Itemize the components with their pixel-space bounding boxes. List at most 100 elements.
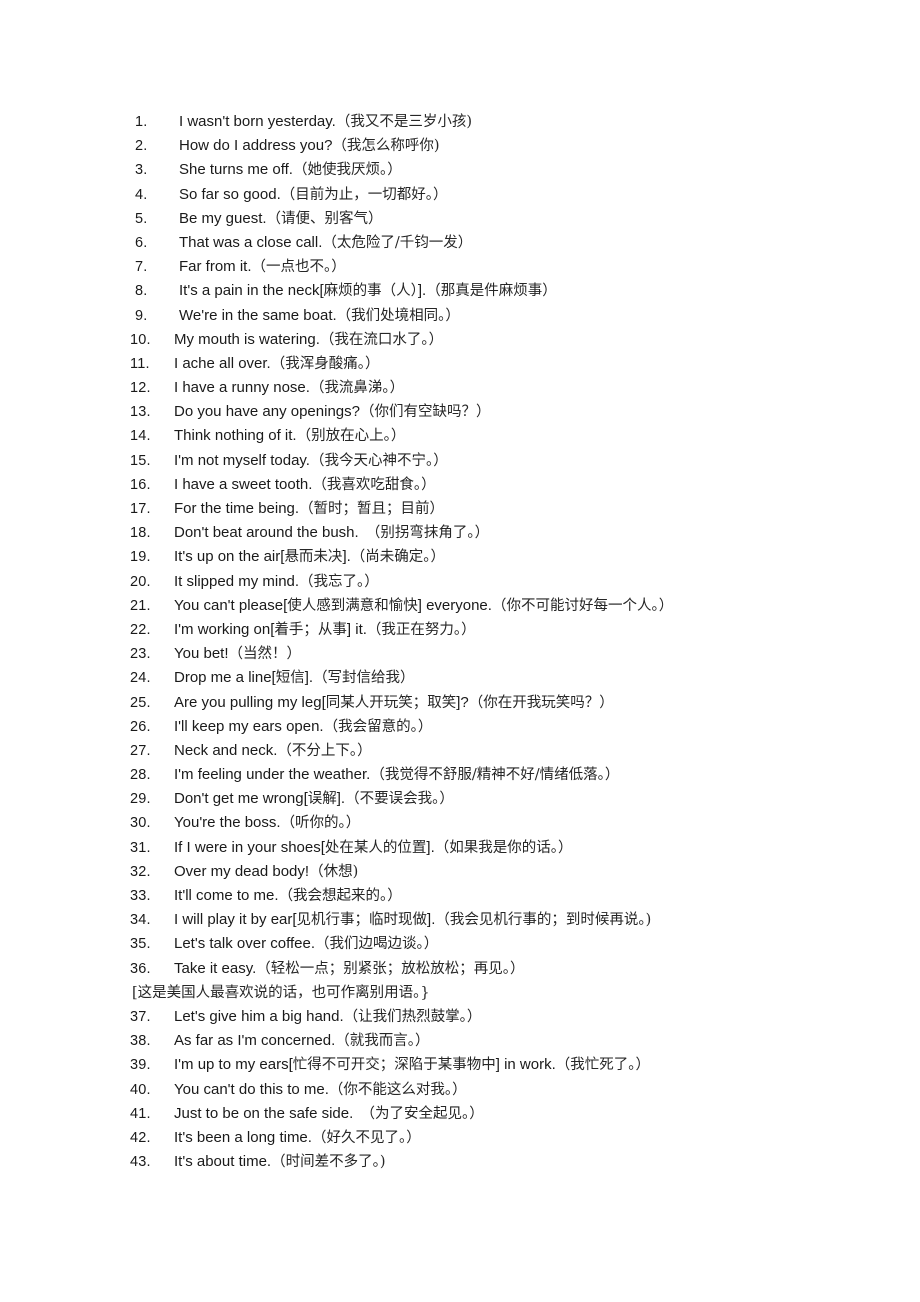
document-page: 1. I wasn't born yesterday.（我又不是三岁小孩) 2. Ho… (0, 0, 920, 1302)
list-item-content: She turns me off.（她使我厌烦。） (179, 158, 402, 182)
list-item-content: It's been a long time.（好久不见了。） (174, 1126, 421, 1150)
list-item-content: It's a pain in the neck[麻烦的事（人）].（那真是件麻烦… (179, 279, 557, 303)
phrase-chinese: （让我们热烈鼓掌。） (343, 1008, 482, 1025)
phrase-chinese: （你不可能讨好每一个人。） (491, 597, 674, 614)
phrase-chinese: （我忙死了。） (555, 1057, 650, 1074)
list-item: 13. Do you have any openings?（你们有空缺吗？） (130, 400, 910, 424)
phrase-english: Neck and neck. (174, 741, 278, 759)
phrase-chinese: （不要误会我。） (345, 791, 454, 808)
list-item-content: How do I address you?（我怎么称呼你) (179, 134, 440, 158)
list-item: 36. Take it easy.（轻松一点；别紧张；放松放松；再见。） (130, 957, 910, 981)
list-item-content: Be my guest.（请便、别客气） (179, 207, 383, 231)
list-item-content: I'm working on[着手；从事] it.（我正在努力。） (174, 618, 476, 642)
list-item: 1. I wasn't born yesterday.（我又不是三岁小孩) (130, 110, 910, 134)
phrase-chinese: （轻松一点；别紧张；放松放松；再见。） (256, 960, 525, 977)
phrase-chinese: （就我而言。） (335, 1033, 430, 1050)
list-item: 11. I ache all over.（我浑身酸痛。） (130, 352, 910, 376)
phrase-english: ] it. (346, 620, 367, 638)
list-item-content: Think nothing of it.（别放在心上。） (174, 424, 405, 448)
list-item-number: 32. (130, 863, 151, 880)
list-item: 29. Don't get me wrong[误解].（不要误会我。） (130, 787, 910, 811)
phrase-english: It's about time. (174, 1153, 272, 1171)
list-item: 17. For the time being.（暂时；暂且；目前） (130, 497, 910, 521)
list-item: 5. Be my guest.（请便、别客气） (130, 207, 910, 231)
list-item: 25. Are you pulling my leg[同某人开玩笑；取笑]?（你在… (130, 691, 910, 715)
list-item: 38. As far as I'm concerned.（就我而言。） (130, 1029, 910, 1053)
annotation-line: [这是美国人最喜欢说的话，也可作离别用语。} (130, 981, 910, 1005)
phrase-chinese: （我流鼻涕。） (309, 380, 405, 397)
list-item-number: 27. (130, 742, 151, 759)
list-item-number: 1. (135, 114, 148, 130)
phrase-chinese: （好久不见了。） (311, 1129, 421, 1146)
phrase-chinese: （我会见机行事的；到时候再说。) (435, 912, 652, 929)
list-item: 7. Far from it.（一点也不。） (130, 255, 910, 279)
list-item-content: You're the boss.（听你的。） (174, 811, 360, 835)
list-item-number: 39. (130, 1057, 151, 1074)
phrase-chinese: （我正在努力。） (366, 621, 476, 638)
phrase-english: Are you pulling my leg[ (174, 693, 326, 711)
phrase-english: Let's give him a big hand. (174, 1007, 344, 1025)
phrase-chinese: （一点也不。） (251, 259, 346, 276)
phrase-english: She turns me off. (179, 161, 293, 179)
list-item: 24. Drop me a line[短信].（写封信给我） (130, 666, 910, 690)
list-item: 3. She turns me off.（她使我厌烦。） (130, 158, 910, 182)
list-item-content: You can't do this to me.（你不能这么对我。） (174, 1078, 467, 1102)
list-item-number: 5. (135, 210, 148, 227)
list-item-content: So far so good.（目前为止，一切都好。） (179, 183, 447, 207)
list-item-content: Just to be on the safe side. （为了安全起见。） (174, 1102, 484, 1126)
phrase-chinese: 忙得不可开交；深陷于某事物中 (292, 1057, 496, 1074)
phrase-chinese: （听你的。） (280, 815, 361, 832)
phrase-english: It's up on the air[ (174, 548, 285, 566)
list-item-content: Neck and neck.（不分上下。） (174, 739, 372, 763)
phrase-chinese: （我们边喝边谈。） (315, 936, 439, 953)
list-item-number: 23. (130, 646, 151, 663)
phrase-chinese: 悬而未决 (284, 549, 343, 566)
list-item-content: Drop me a line[短信].（写封信给我） (174, 666, 415, 690)
phrase-english: Don't get me wrong[ (174, 790, 308, 808)
list-item-number: 19. (130, 549, 151, 566)
phrase-english: Over my dead body! (174, 862, 310, 880)
phrase-chinese: （我会留意的。） (323, 718, 433, 735)
phrase-english: ]. (426, 838, 435, 856)
phrase-english: Be my guest. (179, 209, 267, 227)
list-item-content: I wasn't born yesterday.（我又不是三岁小孩) (179, 110, 472, 134)
list-item-content: I ache all over.（我浑身酸痛。） (174, 352, 379, 376)
list-item: 37. Let's give him a big hand.（让我们热烈鼓掌。） (130, 1005, 910, 1029)
list-item-number: 4. (135, 186, 148, 203)
phrase-english: If I were in your shoes[ (174, 838, 325, 856)
list-item-number: 43. (130, 1154, 151, 1171)
phrase-english: I ache all over. (174, 354, 271, 372)
list-item: 35. Let's talk over coffee.（我们边喝边谈。） (130, 932, 910, 956)
phrase-english: I have a sweet tooth. (174, 475, 313, 493)
phrase-chinese: （我怎么称呼你) (332, 138, 440, 155)
list-item-number: 42. (130, 1129, 151, 1146)
list-item: 27. Neck and neck.（不分上下。） (130, 739, 910, 763)
list-item: 39. I'm up to my ears[忙得不可开交；深陷于某事物中] in … (130, 1053, 910, 1077)
list-item-content: I will play it by ear[见机行事；临时现做].（我会见机行事… (174, 908, 651, 932)
list-item-number: 17. (130, 501, 151, 517)
list-item-content: That was a close call.（太危险了/千钧一发） (179, 231, 472, 255)
list-item: 2. How do I address you?（我怎么称呼你) (130, 134, 910, 158)
phrase-english: You can't do this to me. (174, 1080, 329, 1098)
list-item-number: 8. (135, 283, 148, 300)
phrase-english: I'm working on[ (174, 620, 275, 638)
phrase-chinese: （你在开我玩笑吗？） (468, 694, 614, 711)
list-item: 32. Over my dead body!（休想) (130, 860, 910, 884)
phrase-chinese: 麻烦的事（人） (323, 283, 418, 300)
phrase-english: Let's talk over coffee. (174, 935, 315, 953)
list-item-number: 15. (130, 452, 151, 469)
list-item: 15. I'm not myself today.（我今天心神不宁。） (130, 449, 910, 473)
list-item-number: 25. (130, 694, 151, 711)
phrase-chinese: 使人感到满意和愉快 (287, 597, 418, 614)
phrase-english: It slipped my mind. (174, 572, 300, 590)
list-item-number: 12. (130, 380, 151, 397)
list-item-content: Do you have any openings?（你们有空缺吗？） (174, 400, 490, 424)
phrase-english: Drop me a line[ (174, 669, 276, 687)
phrase-english: You bet! (174, 645, 229, 663)
list-item-content: I have a sweet tooth.（我喜欢吃甜食。） (174, 473, 436, 497)
list-item: 9. We're in the same boat.（我们处境相同。） (130, 304, 910, 328)
phrase-english: ]? (456, 693, 469, 711)
list-item-number: 11. (130, 355, 150, 372)
phrase-english: How do I address you? (179, 137, 333, 155)
list-item-number: 40. (130, 1081, 151, 1098)
